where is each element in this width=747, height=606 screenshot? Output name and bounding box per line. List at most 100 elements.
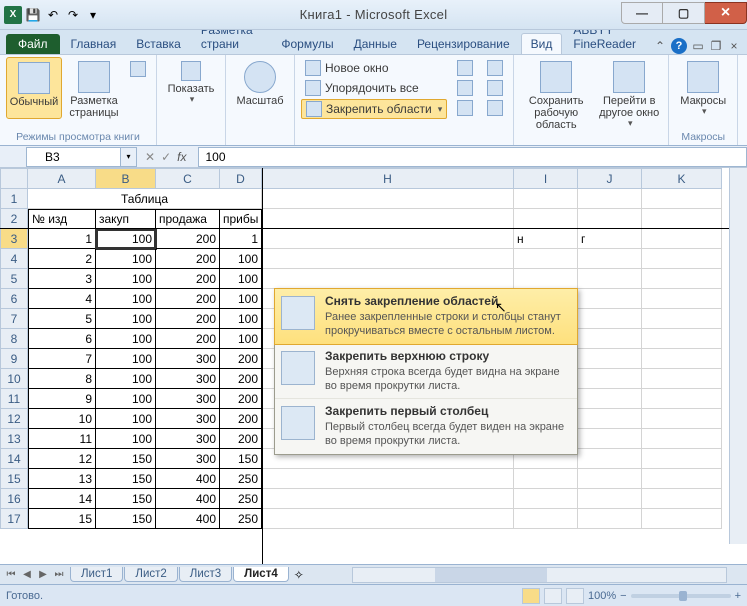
- qat-more-icon[interactable]: ▾: [84, 6, 102, 24]
- column-header-J[interactable]: J: [578, 168, 642, 189]
- cell[interactable]: [578, 509, 642, 529]
- cell[interactable]: [642, 449, 722, 469]
- cell[interactable]: 10: [28, 409, 96, 429]
- cell[interactable]: 300: [156, 369, 220, 389]
- zoom-button[interactable]: Масштаб: [232, 57, 288, 107]
- cell[interactable]: [262, 209, 514, 229]
- switch-windows-button[interactable]: Перейти в другое окно▾: [596, 57, 662, 131]
- cancel-formula-icon[interactable]: ✕: [145, 150, 155, 164]
- cell[interactable]: [578, 249, 642, 269]
- zoom-out-button[interactable]: −: [620, 590, 626, 602]
- row-header-15[interactable]: 15: [0, 469, 28, 489]
- cell[interactable]: 100: [220, 329, 262, 349]
- pagebreak-button[interactable]: [126, 57, 150, 119]
- cell[interactable]: 200: [156, 229, 220, 249]
- cell[interactable]: 100: [96, 409, 156, 429]
- cell[interactable]: 400: [156, 509, 220, 529]
- tab-home[interactable]: Главная: [62, 34, 126, 54]
- cell[interactable]: [642, 349, 722, 369]
- select-all-button[interactable]: [0, 168, 28, 189]
- cell[interactable]: [642, 369, 722, 389]
- sync-scroll-button[interactable]: [483, 79, 507, 97]
- cell[interactable]: № изд: [28, 209, 96, 229]
- close-button[interactable]: ×: [705, 2, 747, 24]
- tab-data[interactable]: Данные: [345, 34, 406, 54]
- save-workspace-button[interactable]: Сохранить рабочую область: [520, 57, 592, 131]
- cell[interactable]: 100: [96, 249, 156, 269]
- cell[interactable]: 100: [220, 309, 262, 329]
- win-minimize-icon[interactable]: ▭: [691, 39, 705, 53]
- minimize-button[interactable]: —: [621, 2, 663, 24]
- page-layout-button[interactable]: Разметка страницы: [66, 57, 122, 119]
- side-by-side-button[interactable]: [483, 59, 507, 77]
- sheet-next-icon[interactable]: ▶: [36, 568, 50, 582]
- tab-formulas[interactable]: Формулы: [272, 34, 342, 54]
- cell[interactable]: [642, 469, 722, 489]
- new-sheet-button[interactable]: ✧: [294, 568, 312, 582]
- cell[interactable]: [514, 189, 578, 209]
- split-button[interactable]: [453, 59, 477, 77]
- row-header-16[interactable]: 16: [0, 489, 28, 509]
- page-layout-view-icon[interactable]: [544, 588, 562, 604]
- row-header-8[interactable]: 8: [0, 329, 28, 349]
- cell[interactable]: 100: [96, 289, 156, 309]
- cell[interactable]: 200: [156, 289, 220, 309]
- save-icon[interactable]: 💾: [24, 6, 42, 24]
- cell[interactable]: 150: [96, 509, 156, 529]
- cell[interactable]: 100: [220, 249, 262, 269]
- sheet-prev-icon[interactable]: ◀: [20, 568, 34, 582]
- tab-view[interactable]: Вид: [521, 33, 563, 54]
- cell[interactable]: 300: [156, 429, 220, 449]
- cell[interactable]: 300: [156, 409, 220, 429]
- arrange-all-button[interactable]: Упорядочить все: [301, 79, 447, 97]
- cell[interactable]: [262, 189, 514, 209]
- row-header-17[interactable]: 17: [0, 509, 28, 529]
- cell[interactable]: 100: [220, 269, 262, 289]
- row-header-4[interactable]: 4: [0, 249, 28, 269]
- row-header-7[interactable]: 7: [0, 309, 28, 329]
- column-header-A[interactable]: A: [28, 168, 96, 189]
- cell[interactable]: 100: [96, 349, 156, 369]
- cell[interactable]: 200: [220, 369, 262, 389]
- cell[interactable]: 400: [156, 469, 220, 489]
- cell[interactable]: [262, 469, 514, 489]
- cell[interactable]: [514, 489, 578, 509]
- freeze-first-col-item[interactable]: Закрепить первый столбецПервый столбец в…: [275, 399, 577, 454]
- cell[interactable]: 100: [96, 229, 156, 249]
- cell[interactable]: 100: [96, 309, 156, 329]
- cell[interactable]: [578, 409, 642, 429]
- cell[interactable]: 200: [156, 309, 220, 329]
- cell[interactable]: 200: [220, 349, 262, 369]
- tab-review[interactable]: Рецензирование: [408, 34, 519, 54]
- column-header-D[interactable]: D: [220, 168, 262, 189]
- row-header-6[interactable]: 6: [0, 289, 28, 309]
- unhide-button[interactable]: [453, 99, 477, 117]
- cell[interactable]: [578, 449, 642, 469]
- row-header-3[interactable]: 3: [0, 229, 28, 249]
- macros-button[interactable]: Макросы▾: [675, 57, 731, 117]
- cell[interactable]: 100: [96, 429, 156, 449]
- cell[interactable]: [578, 289, 642, 309]
- cell[interactable]: 9: [28, 389, 96, 409]
- cell-title[interactable]: Таблица: [28, 189, 262, 209]
- cell[interactable]: 150: [96, 449, 156, 469]
- cell[interactable]: [642, 309, 722, 329]
- show-button[interactable]: Показать▾: [163, 57, 219, 105]
- sheet-tab-3[interactable]: Лист3: [179, 567, 232, 582]
- cell[interactable]: [578, 269, 642, 289]
- row-header-9[interactable]: 9: [0, 349, 28, 369]
- cell[interactable]: 150: [96, 489, 156, 509]
- cell[interactable]: [642, 409, 722, 429]
- cell[interactable]: [514, 509, 578, 529]
- win-restore-icon[interactable]: ❐: [709, 39, 723, 53]
- cell[interactable]: [578, 429, 642, 449]
- cell[interactable]: [262, 489, 514, 509]
- normal-view-button[interactable]: Обычный: [6, 57, 62, 119]
- unfreeze-panes-item[interactable]: Снять закрепление областейРанее закрепле…: [274, 288, 578, 345]
- column-header-C[interactable]: C: [156, 168, 220, 189]
- cell[interactable]: 100: [96, 329, 156, 349]
- cell[interactable]: закуп: [96, 209, 156, 229]
- cell[interactable]: [578, 389, 642, 409]
- cell[interactable]: [578, 349, 642, 369]
- cell[interactable]: [578, 189, 642, 209]
